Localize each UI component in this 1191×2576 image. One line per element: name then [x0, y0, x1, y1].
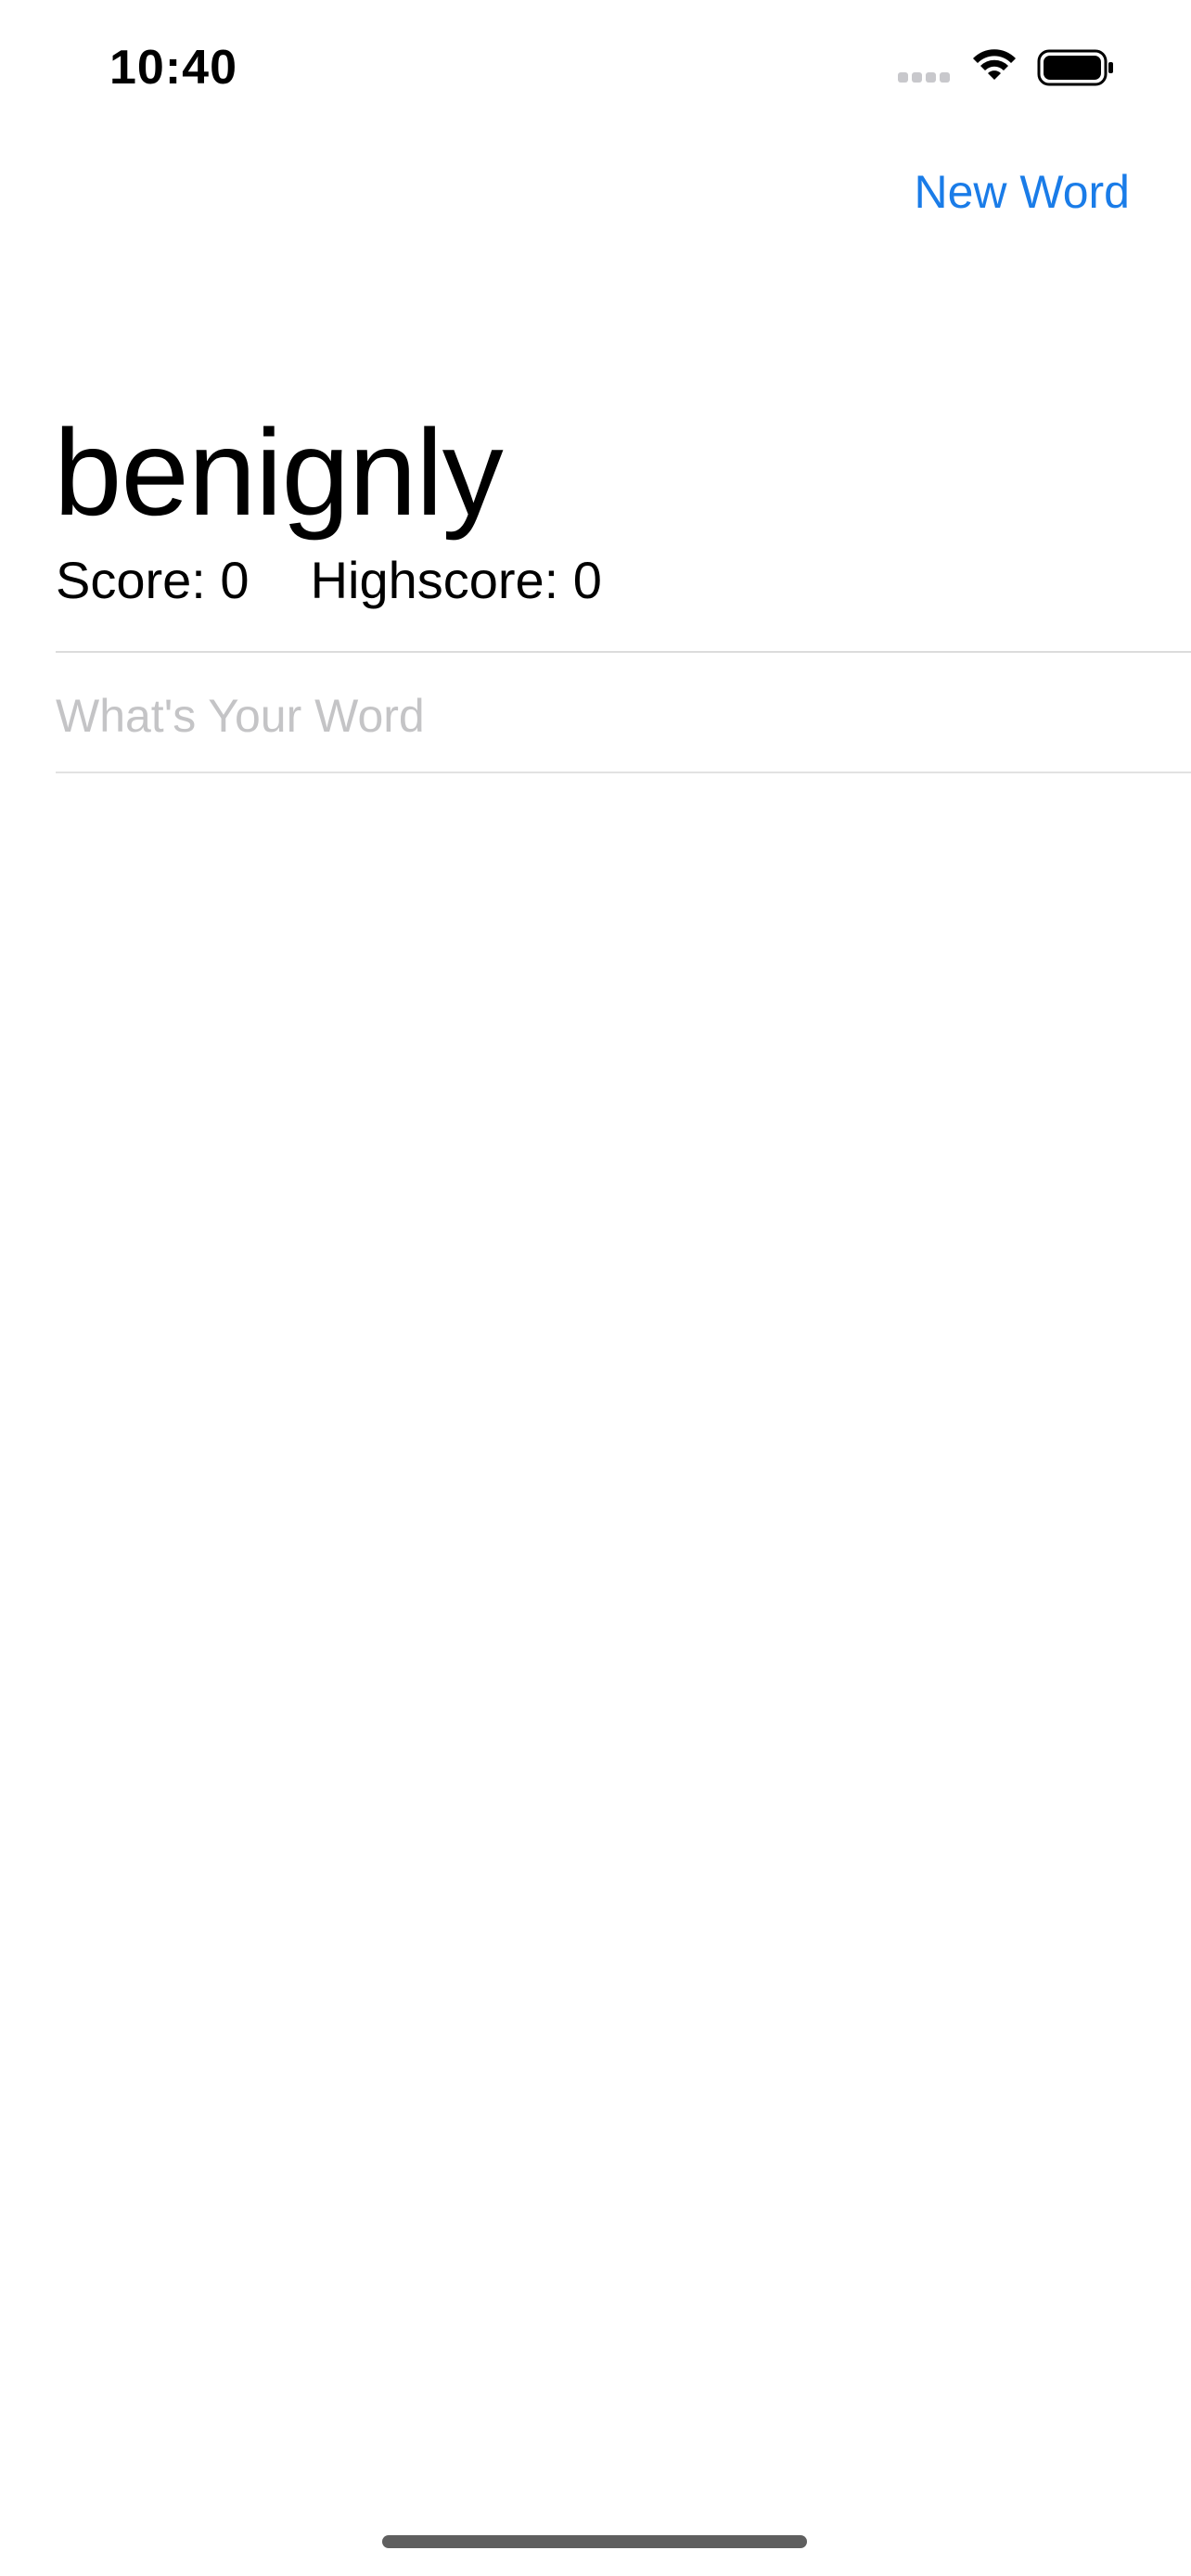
score-label: Score: 0 — [56, 551, 250, 609]
highscore-label: Highscore: 0 — [310, 551, 602, 609]
word-input[interactable] — [56, 670, 1150, 762]
root-word-title: benignly — [54, 404, 504, 541]
divider — [56, 772, 1191, 773]
signal-icon — [898, 72, 952, 83]
score-row: Score: 0 Highscore: 0 — [56, 547, 602, 614]
new-word-button[interactable]: New Word — [915, 159, 1130, 224]
status-time: 10:40 — [109, 41, 237, 95]
status-bar: 10:40 — [0, 0, 1191, 130]
divider — [56, 651, 1191, 653]
home-indicator[interactable] — [382, 2535, 807, 2548]
wifi-icon — [973, 49, 1016, 80]
battery-icon — [1037, 49, 1113, 86]
